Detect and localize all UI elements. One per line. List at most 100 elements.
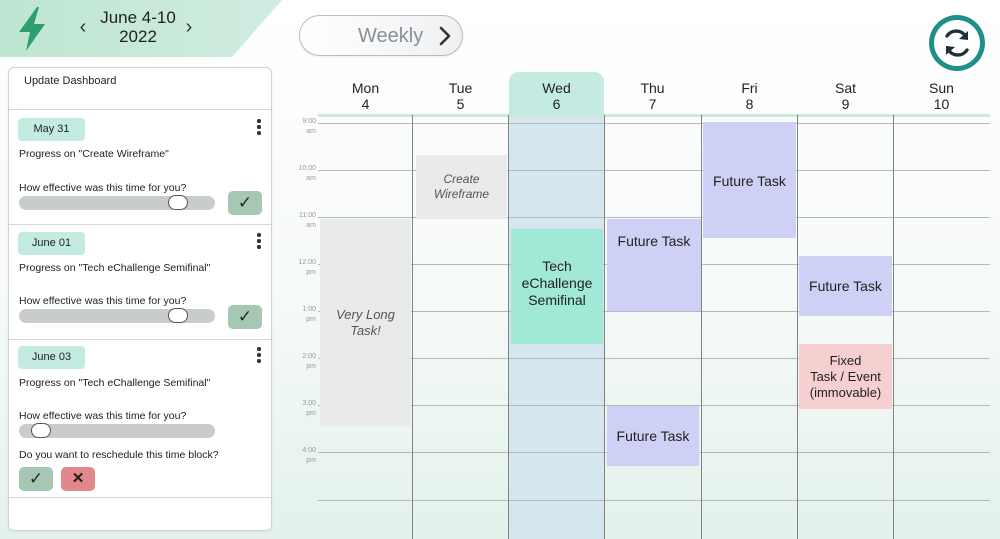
event-title: Fixed [829, 352, 862, 368]
time-label-4pm: 4:00 pm [296, 446, 316, 466]
time-ampm: pm [306, 316, 316, 323]
event-title: Future Task [617, 233, 691, 249]
dashboard-title: Update Dashboard [24, 75, 117, 87]
day-divider [701, 115, 702, 539]
event-very-long-task[interactable]: Very Long Task! [320, 219, 411, 426]
time-hour: 9:00 [302, 118, 316, 125]
day-divider [797, 115, 798, 539]
time-ampm: am [306, 222, 316, 229]
event-title: Create [443, 172, 480, 186]
time-ampm: am [306, 175, 316, 182]
day-date: 7 [648, 96, 657, 112]
day-date: 9 [841, 96, 850, 112]
time-hour: 11:00 [299, 212, 316, 219]
hour-gridline [318, 123, 990, 124]
confirm-button[interactable]: ✓ [228, 191, 262, 215]
header-underline [318, 114, 990, 117]
time-hour: 1:00 [302, 306, 316, 313]
event-future-task-fri[interactable]: Future Task [703, 122, 796, 238]
time-label-1pm: 1:00 pm [296, 305, 316, 325]
event-tech-echallenge[interactable]: Tech eChallenge Semifinal [511, 229, 603, 344]
time-hour: 2:00 [302, 353, 316, 360]
confirm-button[interactable]: ✓ [228, 305, 262, 329]
effectiveness-question: How effective was this time for you? [19, 295, 187, 307]
event-title: Very Long [336, 306, 395, 322]
day-date: 10 [933, 96, 950, 112]
day-header-sat[interactable]: Sat 9 [798, 80, 893, 112]
event-title: Future Task [713, 173, 786, 189]
day-name: Tue [448, 80, 473, 96]
date-pill: June 01 [18, 232, 85, 255]
day-date: 4 [361, 96, 370, 112]
time-hour: 10:00 [298, 165, 316, 172]
divider [9, 109, 271, 110]
event-title: Task! [350, 322, 381, 338]
progress-text: Progress on "Tech eChallenge Semifinal" [19, 377, 211, 389]
day-header-mon[interactable]: Mon 4 [318, 80, 413, 112]
slider-thumb[interactable] [168, 308, 188, 323]
time-ampm: pm [306, 363, 316, 370]
event-title: Future Task [809, 278, 882, 294]
time-hour: 3:00 [302, 400, 316, 407]
day-name: Sun [929, 80, 954, 96]
time-ampm: pm [306, 410, 316, 417]
slider-thumb[interactable] [168, 195, 188, 210]
effectiveness-question: How effective was this time for you? [19, 182, 187, 194]
day-name: Thu [640, 80, 665, 96]
time-hour: 4:00 [302, 447, 316, 454]
day-header-sun[interactable]: Sun 10 [894, 80, 989, 112]
time-ampm: pm [306, 457, 316, 464]
time-ampm: pm [306, 269, 316, 276]
event-title: Tech [542, 258, 572, 274]
day-date: 6 [552, 96, 561, 112]
event-title: Task / Event [810, 368, 881, 384]
day-divider [412, 115, 413, 539]
effectiveness-slider[interactable] [19, 195, 215, 210]
event-title: Future Task [616, 428, 690, 444]
divider [9, 339, 271, 340]
effectiveness-slider[interactable] [19, 308, 215, 323]
event-fixed-task[interactable]: Fixed Task / Event (immovable) [799, 344, 892, 409]
day-name: Fri [741, 80, 758, 96]
day-divider [893, 115, 894, 539]
day-date: 5 [456, 96, 465, 112]
day-header-fri[interactable]: Fri 8 [702, 80, 797, 112]
reschedule-no-button[interactable]: ✕ [61, 467, 95, 491]
time-hour: 12:00 [298, 259, 316, 266]
event-title: Wireframe [433, 187, 490, 201]
time-label-2pm: 2:00 pm [296, 352, 316, 372]
effectiveness-slider[interactable] [19, 423, 215, 438]
slider-thumb[interactable] [31, 423, 51, 438]
day-name: Wed [542, 80, 571, 96]
event-future-task-sat[interactable]: Future Task [799, 256, 892, 316]
divider [9, 224, 271, 225]
event-future-task-thu-1[interactable]: Future Task [607, 219, 701, 311]
time-ampm: am [306, 128, 316, 135]
progress-text: Progress on "Tech eChallenge Semifinal" [19, 262, 211, 274]
reschedule-yes-button[interactable]: ✓ [19, 467, 53, 491]
time-label-10am: 10:00 am [296, 164, 316, 184]
more-options-icon[interactable] [256, 119, 262, 137]
time-label-11am: 11:00 am [296, 211, 316, 231]
event-create-wireframe[interactable]: Create Wireframe [416, 155, 507, 219]
update-dashboard-panel: Update Dashboard May 31 Progress on "Cre… [8, 67, 272, 531]
date-pill: June 03 [18, 346, 85, 369]
day-header-wed[interactable]: Wed 6 [509, 80, 604, 112]
more-options-icon[interactable] [256, 347, 262, 365]
time-label-12pm: 12:00 pm [296, 258, 316, 278]
time-label-3pm: 3:00 pm [296, 399, 316, 419]
day-divider [604, 115, 605, 539]
date-pill: May 31 [18, 118, 85, 141]
day-date: 8 [745, 96, 754, 112]
day-name: Mon [351, 80, 380, 96]
event-future-task-thu-2[interactable]: Future Task [607, 406, 699, 466]
more-options-icon[interactable] [256, 233, 262, 251]
progress-text: Progress on "Create Wireframe" [19, 148, 169, 160]
day-header-thu[interactable]: Thu 7 [605, 80, 700, 112]
hour-gridline [318, 500, 990, 501]
event-title: (immovable) [809, 384, 882, 400]
event-title: Semifinal [528, 292, 586, 308]
day-header-tue[interactable]: Tue 5 [413, 80, 508, 112]
day-divider [508, 115, 509, 539]
event-title: eChallenge [521, 275, 593, 291]
